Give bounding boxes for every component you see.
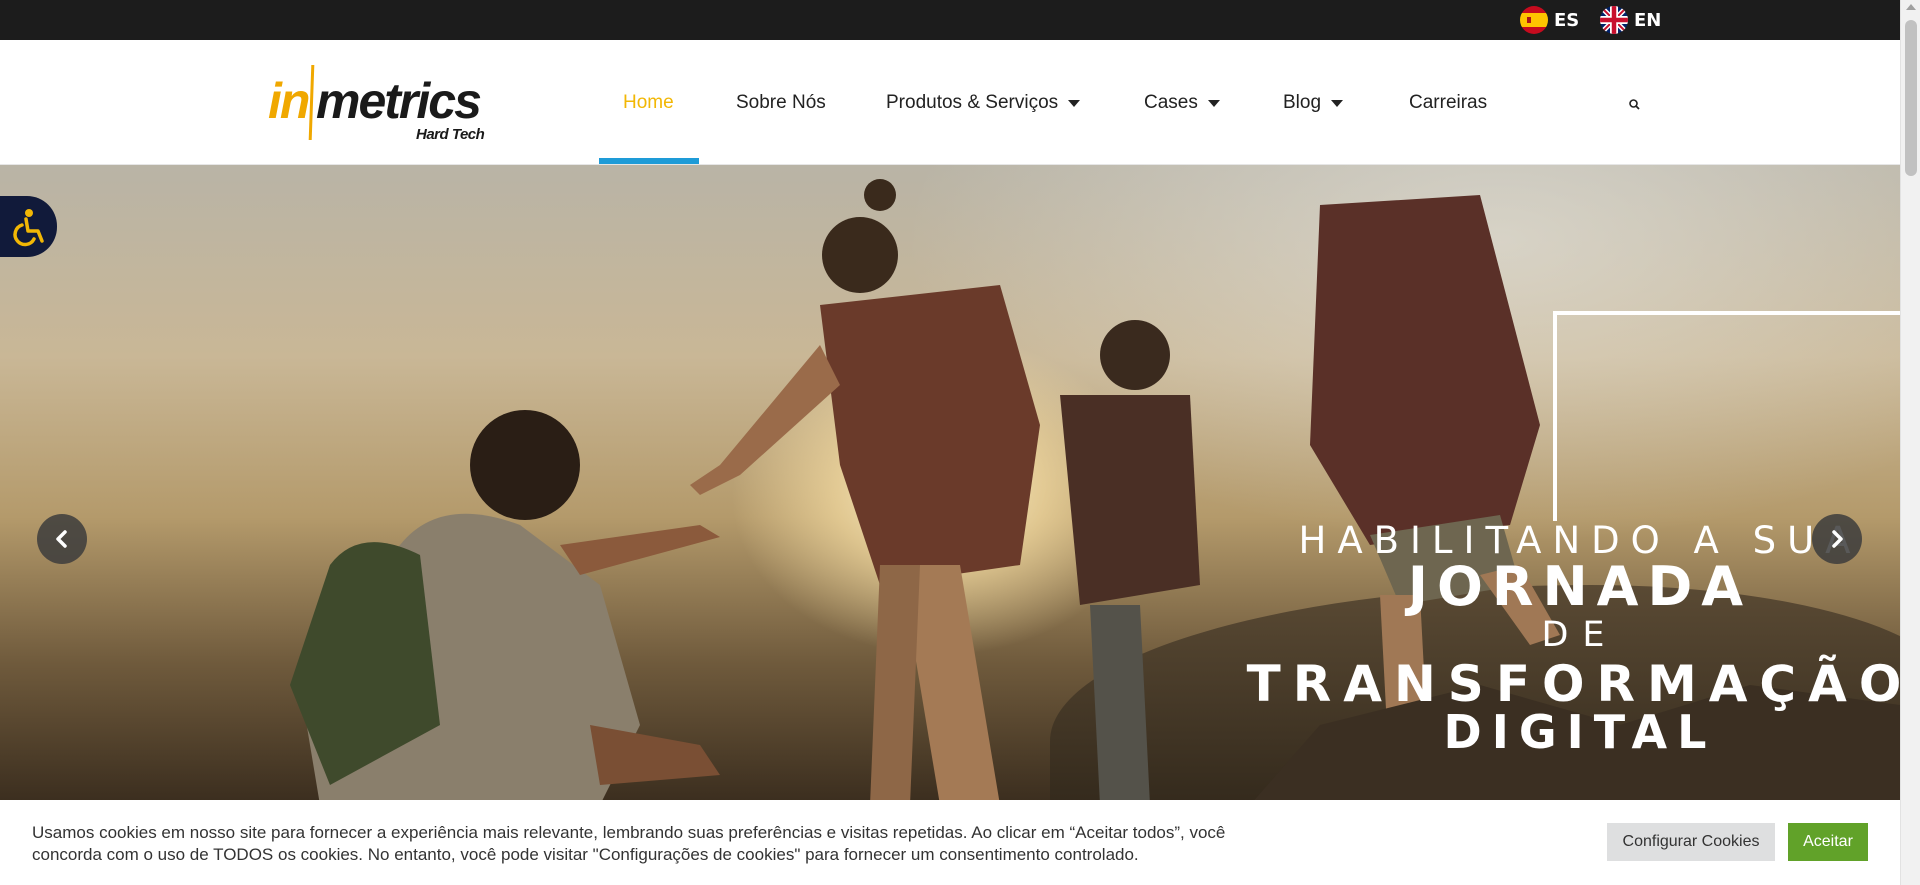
- search-icon[interactable]: [1626, 96, 1644, 114]
- nav-item-label: Home: [623, 91, 674, 113]
- page-scrollbar[interactable]: [1900, 0, 1920, 885]
- cookie-message-line-1: Usamos cookies em nosso site para fornec…: [32, 823, 1226, 842]
- inmetrics-logo[interactable]: in metrics Hard Tech: [266, 62, 486, 152]
- caret-down-icon: [1207, 100, 1220, 107]
- language-es[interactable]: ES: [1520, 6, 1580, 34]
- hero-line-3: DE: [1541, 615, 1619, 655]
- nav-item-cases[interactable]: Cases: [1144, 40, 1220, 165]
- scroll-up-arrow-icon[interactable]: [1906, 4, 1916, 10]
- cookie-message: Usamos cookies em nosso site para fornec…: [32, 822, 1332, 866]
- language-en-label: EN: [1634, 9, 1662, 31]
- logo-tagline: Hard Tech: [416, 126, 485, 143]
- scroll-thumb[interactable]: [1905, 20, 1917, 176]
- accessibility-icon: [12, 208, 44, 246]
- chevron-left-icon: [56, 530, 67, 548]
- nav-item-label: Cases: [1144, 91, 1198, 113]
- slider-prev-button[interactable]: [37, 514, 87, 564]
- nav-item-produtos-servicos[interactable]: Produtos & Serviços: [886, 40, 1081, 165]
- hero-slider: HABILITANDO A SUA JORNADA DE TRANSFORMAÇ…: [0, 165, 1900, 805]
- slider-next-button[interactable]: [1812, 514, 1862, 564]
- accessibility-button[interactable]: [0, 196, 57, 257]
- nav-item-sobre-nos[interactable]: Sobre Nós: [736, 40, 826, 165]
- hero-line-2: JORNADA: [1407, 555, 1753, 618]
- chevron-right-icon: [1832, 530, 1843, 548]
- caret-down-icon: [1068, 100, 1081, 107]
- cookie-message-line-2: concorda com o uso de TODOS os cookies. …: [32, 845, 1139, 864]
- site-header: in metrics Hard Tech Home Sobre Nós Prod…: [0, 40, 1900, 165]
- configure-cookies-button[interactable]: Configurar Cookies: [1607, 823, 1775, 861]
- uk-flag-icon: [1600, 6, 1628, 34]
- accept-cookies-button[interactable]: Aceitar: [1788, 823, 1868, 861]
- nav-item-label: Sobre Nós: [736, 91, 826, 113]
- nav-item-blog[interactable]: Blog: [1283, 40, 1344, 165]
- spain-flag-icon: [1520, 6, 1548, 34]
- nav-item-label: Produtos & Serviços: [886, 91, 1059, 113]
- nav-item-label: Blog: [1283, 91, 1322, 113]
- nav-item-home[interactable]: Home: [623, 40, 674, 165]
- nav-item-label: Carreiras: [1409, 91, 1488, 113]
- language-bar: ES EN: [0, 0, 1900, 40]
- hero-line-5: DIGITAL: [1443, 705, 1717, 759]
- hero-decorative-frame: [1553, 311, 1900, 521]
- language-es-label: ES: [1554, 9, 1580, 31]
- logo-prefix: in: [268, 73, 310, 129]
- nav-item-carreiras[interactable]: Carreiras: [1409, 40, 1487, 165]
- language-en[interactable]: EN: [1600, 6, 1662, 34]
- active-nav-indicator: [599, 158, 699, 164]
- logo-divider: [308, 65, 315, 140]
- caret-down-icon: [1331, 100, 1344, 107]
- logo-main: metrics: [316, 73, 482, 129]
